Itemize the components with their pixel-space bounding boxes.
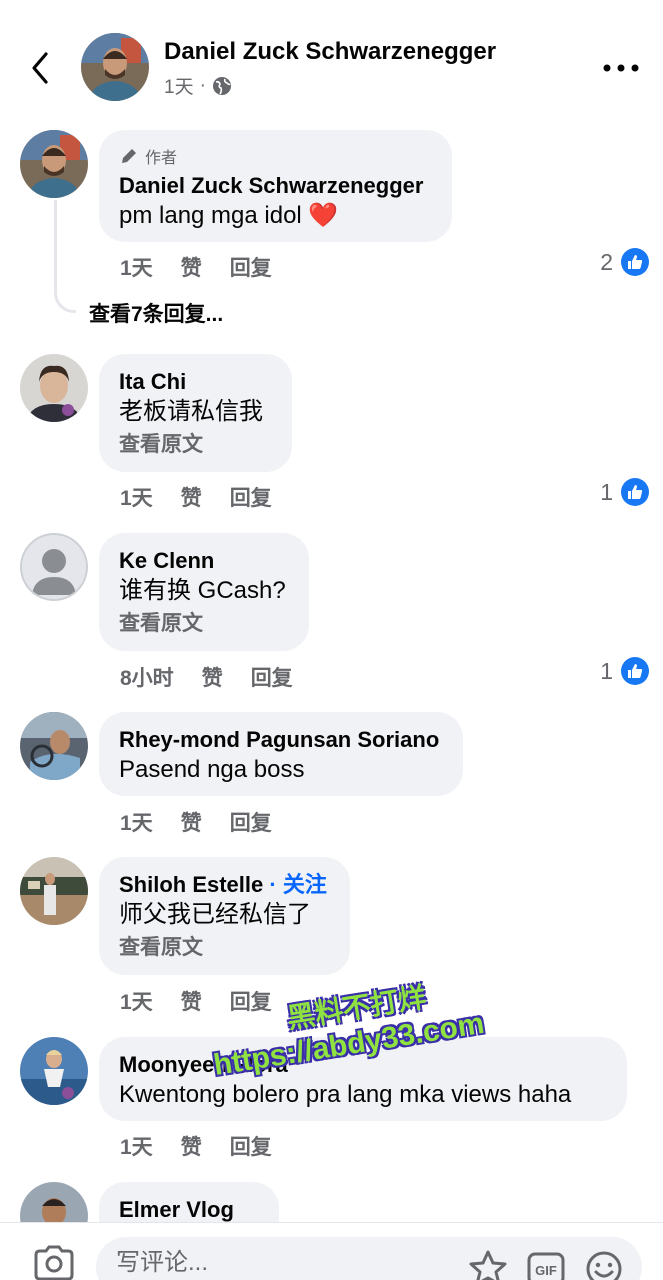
comment-author: Shiloh Estelle · 关注: [119, 871, 330, 899]
author-badge: 作者: [119, 144, 432, 168]
comment-actions: 1天 赞 回复: [120, 482, 272, 512]
watermark-line-1: 黑料不打烊: [284, 981, 429, 1035]
reaction-count[interactable]: 2: [600, 248, 649, 276]
post-header: Daniel Zuck Schwarzenegger 1天 ·: [0, 0, 663, 118]
gif-icon[interactable]: GIF: [526, 1249, 566, 1280]
reply-button[interactable]: 回复: [230, 807, 272, 837]
avatar[interactable]: [20, 1037, 88, 1105]
author-badge-label: 作者: [145, 150, 178, 167]
comment-text: pm lang mga idol ❤️: [119, 202, 339, 229]
comment-bubble[interactable]: Rhey-mond Pagunsan Soriano Pasend nga bo…: [99, 712, 463, 796]
avatar[interactable]: [20, 857, 88, 925]
avatar[interactable]: [20, 533, 88, 601]
comment-bubble[interactable]: Shiloh Estelle · 关注 师父我已经私信了 查看原文: [99, 857, 350, 975]
comment-bubble[interactable]: Ita Chi 老板请私信我 查看原文: [99, 354, 292, 472]
comment-text: Kwentong bolero pra lang mka views haha: [119, 1081, 572, 1108]
reaction-number: 1: [600, 478, 613, 505]
comment-time: 8小时: [120, 667, 174, 690]
sticker-icon[interactable]: [468, 1249, 508, 1280]
emoji-icon[interactable]: [584, 1249, 624, 1280]
more-icon[interactable]: [601, 58, 641, 78]
comment-author[interactable]: Daniel Zuck Schwarzenegger: [119, 172, 432, 200]
see-original-link[interactable]: 查看原文: [119, 428, 272, 462]
comment-author-name[interactable]: Shiloh Estelle: [119, 872, 263, 897]
like-icon: [621, 248, 649, 276]
comment-actions: 1天 赞 回复: [120, 807, 272, 837]
like-button[interactable]: 赞: [181, 986, 202, 1016]
comment-actions: 8小时 赞 回复: [120, 662, 293, 692]
comment-actions: 1天 赞 回复: [120, 252, 272, 282]
comment-input[interactable]: [116, 1249, 446, 1277]
post-time: 1天: [164, 77, 194, 98]
camera-icon[interactable]: [32, 1243, 76, 1280]
reaction-count[interactable]: 1: [600, 657, 649, 685]
comment-actions: 1天 赞 回复: [120, 1131, 272, 1161]
like-icon: [621, 478, 649, 506]
comment-text: 谁有换 GCash?: [119, 577, 286, 604]
page-title[interactable]: Daniel Zuck Schwarzenegger: [164, 38, 496, 66]
svg-text:GIF: GIF: [535, 1263, 557, 1278]
like-button[interactable]: 赞: [181, 252, 202, 282]
comment-time: 1天: [120, 991, 153, 1014]
comment-actions: 1天 赞 回复: [120, 986, 272, 1016]
comment-time: 1天: [120, 1136, 153, 1159]
avatar[interactable]: [20, 354, 88, 422]
reply-button[interactable]: 回复: [230, 482, 272, 512]
view-replies-link[interactable]: 查看7条回复...: [89, 298, 223, 328]
comment-author[interactable]: Rhey-mond Pagunsan Soriano: [119, 726, 443, 754]
avatar[interactable]: [20, 130, 88, 198]
reply-button[interactable]: 回复: [251, 662, 293, 692]
see-original-link[interactable]: 查看原文: [119, 931, 330, 965]
avatar[interactable]: [81, 33, 149, 101]
comment-bubble[interactable]: Ke Clenn 谁有换 GCash? 查看原文: [99, 533, 309, 651]
comment-bubble[interactable]: 作者 Daniel Zuck Schwarzenegger pm lang mg…: [99, 130, 452, 242]
see-original-link[interactable]: 查看原文: [119, 607, 289, 641]
like-button[interactable]: 赞: [181, 1131, 202, 1161]
comment-text: 师父我已经私信了: [119, 901, 311, 928]
comment-author[interactable]: Ita Chi: [119, 368, 272, 396]
reply-button[interactable]: 回复: [230, 252, 272, 282]
thread-connector: [54, 200, 76, 313]
comment-text: 老板请私信我: [119, 398, 263, 425]
follow-button[interactable]: · 关注: [269, 872, 326, 897]
comment-time: 1天: [120, 812, 153, 835]
globe-icon: [212, 76, 231, 95]
comment-text: Pasend nga boss: [119, 756, 305, 783]
reply-button[interactable]: 回复: [230, 1131, 272, 1161]
like-button[interactable]: 赞: [202, 662, 223, 692]
reaction-count[interactable]: 1: [600, 478, 649, 506]
like-button[interactable]: 赞: [181, 807, 202, 837]
separator: ·: [199, 74, 206, 96]
post-meta: 1天 ·: [164, 72, 232, 99]
comment-time: 1天: [120, 257, 153, 280]
comment-input-wrapper: GIF: [96, 1237, 642, 1280]
like-button[interactable]: 赞: [181, 482, 202, 512]
comment-author[interactable]: Elmer Vlog: [119, 1196, 259, 1224]
reaction-number: 1: [600, 657, 613, 684]
comment-author[interactable]: Ke Clenn: [119, 547, 289, 575]
comment-bubble[interactable]: Moonyeen Flora Kwentong bolero pra lang …: [99, 1037, 627, 1121]
reaction-number: 2: [600, 248, 613, 275]
back-arrow-icon[interactable]: [22, 48, 62, 88]
like-icon: [621, 657, 649, 685]
reply-button[interactable]: 回复: [230, 986, 272, 1016]
comment-author[interactable]: Moonyeen Flora: [119, 1051, 607, 1079]
comment-time: 1天: [120, 487, 153, 510]
comment-composer: GIF: [0, 1222, 663, 1280]
pencil-icon: [122, 149, 136, 163]
avatar[interactable]: [20, 712, 88, 780]
